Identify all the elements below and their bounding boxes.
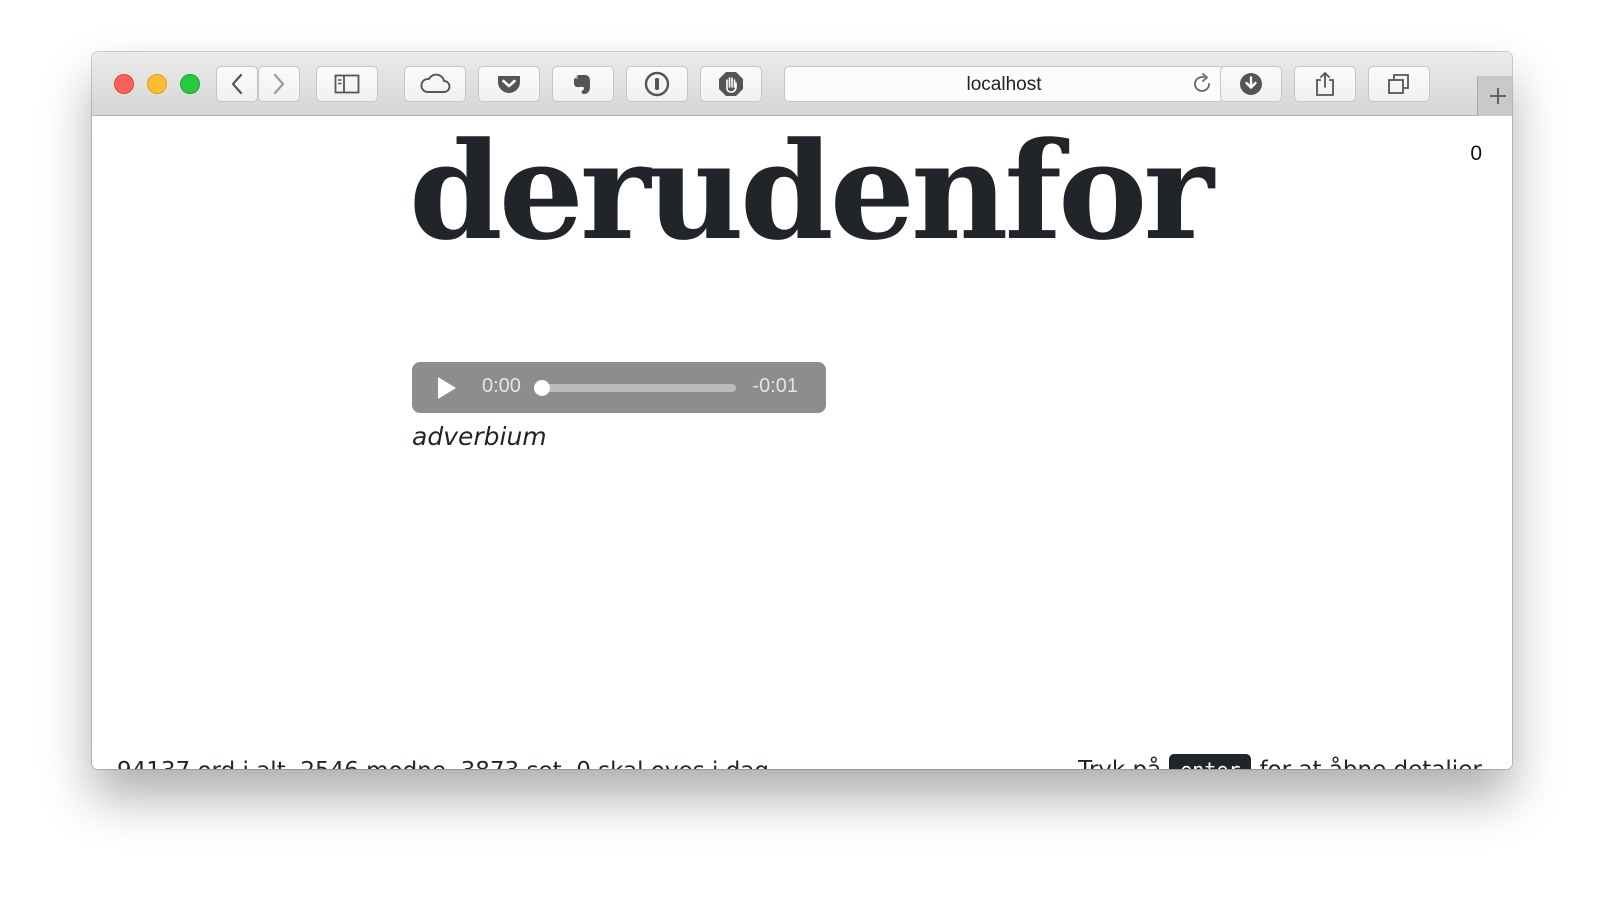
- icloud-button[interactable]: [404, 66, 466, 102]
- address-bar[interactable]: localhost: [784, 66, 1224, 102]
- tabs-overview-icon: [1388, 74, 1409, 94]
- back-button[interactable]: [216, 66, 258, 102]
- share-button[interactable]: [1294, 66, 1356, 102]
- counter: 0: [1470, 142, 1482, 165]
- forward-button[interactable]: [258, 66, 300, 102]
- sidebar-button[interactable]: [316, 66, 378, 102]
- word-heading: derudenfor: [409, 112, 1214, 270]
- page-content: 0 derudenfor 0:00 -0:01 adverbium 94137 …: [92, 116, 1512, 769]
- pocket-button[interactable]: [478, 66, 540, 102]
- adblock-button[interactable]: [700, 66, 762, 102]
- hand-stop-icon: [719, 72, 743, 96]
- enter-key: enter: [1169, 754, 1252, 769]
- stats-text: 94137 ord i alt, 2546 modne, 3873 set, 0…: [117, 758, 776, 769]
- browser-window: localhost 0 derudenfor 0:00 -0:01 adverb…: [92, 52, 1512, 769]
- onepassword-button[interactable]: [626, 66, 688, 102]
- tabs-overview-button[interactable]: [1368, 66, 1430, 102]
- audio-remaining-time: -0:01: [752, 375, 798, 397]
- new-tab-button[interactable]: [1477, 76, 1512, 116]
- hint-after: for at åbne detaljer.: [1259, 757, 1487, 769]
- minimize-window-button[interactable]: [147, 74, 167, 94]
- chevron-right-icon: [273, 73, 285, 95]
- chevron-left-icon: [231, 73, 243, 95]
- url-text: localhost: [966, 74, 1042, 95]
- sidebar-icon: [334, 74, 360, 94]
- play-icon[interactable]: [436, 375, 458, 401]
- reload-icon[interactable]: [1191, 73, 1213, 95]
- close-window-button[interactable]: [114, 74, 134, 94]
- audio-player[interactable]: 0:00 -0:01: [412, 362, 826, 413]
- pocket-icon: [498, 76, 520, 93]
- evernote-button[interactable]: [552, 66, 614, 102]
- audio-progress-track[interactable]: [534, 380, 736, 396]
- audio-current-time: 0:00: [482, 375, 521, 397]
- hint-text: Tryk på enter for at åbne detaljer.: [1078, 754, 1487, 769]
- cloud-icon: [420, 73, 451, 93]
- plus-icon: [1490, 88, 1506, 104]
- hint-before: Tryk på: [1078, 757, 1161, 769]
- part-of-speech: adverbium: [412, 422, 547, 451]
- evernote-icon: [574, 75, 590, 94]
- download-icon: [1240, 73, 1262, 95]
- keyhole-icon: [644, 71, 670, 97]
- share-icon: [1316, 72, 1334, 96]
- maximize-window-button[interactable]: [180, 74, 200, 94]
- audio-progress-knob[interactable]: [534, 380, 550, 396]
- downloads-button[interactable]: [1220, 66, 1282, 102]
- browser-toolbar: localhost: [92, 52, 1512, 116]
